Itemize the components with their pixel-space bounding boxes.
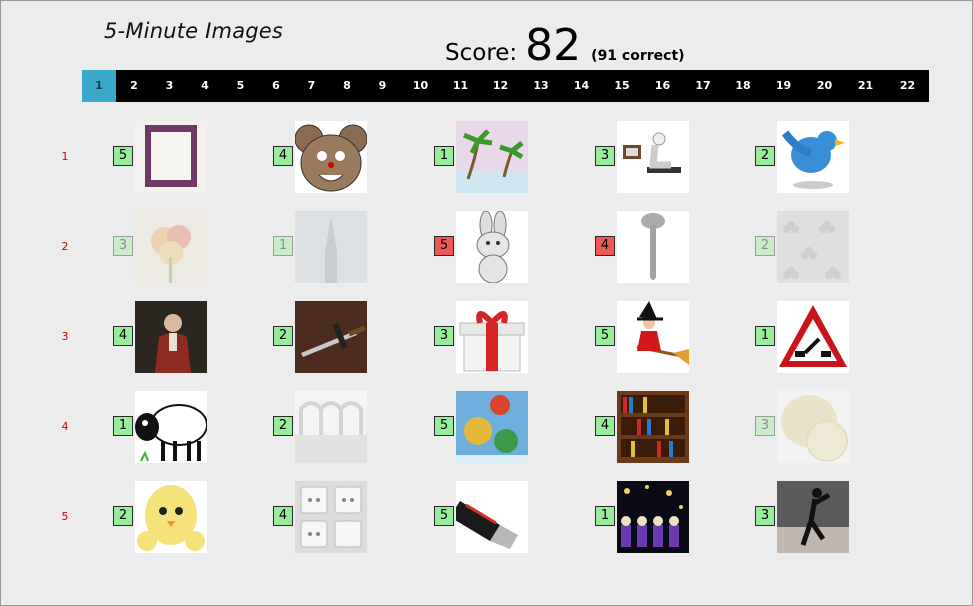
order-badge[interactable]: 5 [595,326,615,346]
flower-icon[interactable] [135,211,207,283]
usb-drive-icon[interactable] [456,481,528,553]
tab-18[interactable]: 18 [723,70,763,102]
tab-9[interactable]: 9 [365,70,400,102]
picture-frame-icon[interactable] [135,121,207,193]
order-badge[interactable]: 3 [434,326,454,346]
tab-20[interactable]: 20 [804,70,845,102]
tab-17[interactable]: 17 [683,70,723,102]
ornaments-icon[interactable] [456,391,528,463]
tab-8[interactable]: 8 [329,70,365,102]
score-display: Score: 82 (91 correct) [445,24,685,70]
chicks-cartoon-icon[interactable] [135,481,207,553]
score-label: Score: [445,40,518,66]
mouse-cartoon-icon[interactable] [295,121,367,193]
order-badge[interactable]: 4 [595,416,615,436]
tab-19[interactable]: 19 [763,70,804,102]
tab-21[interactable]: 21 [845,70,886,102]
row-label: 5 [61,510,69,523]
row-label: 1 [61,150,69,163]
twitter-bird-icon[interactable] [777,121,849,193]
portrait-painting-icon[interactable] [135,301,207,373]
page-tabs: 1 2 3 4 5 6 7 8 9 10 11 12 13 14 15 16 17 18 19 20 21 22 [82,70,929,102]
order-badge[interactable]: 1 [273,236,293,256]
night-stars-icon[interactable] [617,481,689,553]
order-badge[interactable]: 2 [273,326,293,346]
order-badge[interactable]: 3 [755,416,775,436]
tab-7[interactable]: 7 [294,70,329,102]
order-badge[interactable]: 2 [113,506,133,526]
rabbit-cartoon-icon[interactable] [456,211,528,283]
arches-icon[interactable] [295,391,367,463]
score-value: 82 [525,20,582,71]
power-outlets-icon[interactable] [295,481,367,553]
order-badge[interactable]: 5 [113,146,133,166]
order-badge[interactable]: 1 [755,326,775,346]
order-badge[interactable]: 4 [113,326,133,346]
lemon-icon[interactable] [777,391,849,463]
order-badge[interactable]: 5 [434,506,454,526]
bookshelf-icon[interactable] [617,391,689,463]
tab-15[interactable]: 15 [602,70,642,102]
tab-5[interactable]: 5 [223,70,258,102]
order-badge[interactable]: 2 [273,416,293,436]
order-badge[interactable]: 4 [273,146,293,166]
tab-13[interactable]: 13 [521,70,561,102]
row-label: 3 [61,330,69,343]
tab-12[interactable]: 12 [480,70,521,102]
church-spire-icon[interactable] [295,211,367,283]
tab-4[interactable]: 4 [187,70,223,102]
order-badge[interactable]: 1 [595,506,615,526]
row-label: 2 [61,240,69,253]
order-badge[interactable]: 1 [434,146,454,166]
tab-22[interactable]: 22 [886,70,929,102]
tv-watcher-icon[interactable] [617,121,689,193]
tab-6[interactable]: 6 [258,70,294,102]
dancer-silhouette-icon[interactable] [777,481,849,553]
spoon-icon[interactable] [617,211,689,283]
app-title: 5-Minute Images [104,19,284,43]
witch-broom-icon[interactable] [617,301,689,373]
row-label: 4 [61,420,69,433]
sheep-cartoon-icon[interactable] [135,391,207,463]
order-badge[interactable]: 3 [595,146,615,166]
tab-1[interactable]: 1 [82,70,116,102]
order-badge[interactable]: 3 [755,506,775,526]
order-badge[interactable]: 4 [595,236,615,256]
order-badge[interactable]: 1 [113,416,133,436]
order-badge[interactable]: 5 [434,416,454,436]
sword-icon[interactable] [295,301,367,373]
tab-10[interactable]: 10 [400,70,441,102]
tab-3[interactable]: 3 [152,70,187,102]
order-badge[interactable]: 2 [755,236,775,256]
gift-box-icon[interactable] [456,301,528,373]
tab-11[interactable]: 11 [441,70,480,102]
score-correct-count: (91 correct) [591,48,685,64]
order-badge[interactable]: 2 [755,146,775,166]
tab-16[interactable]: 16 [642,70,683,102]
order-badge[interactable]: 3 [113,236,133,256]
order-badge[interactable]: 4 [273,506,293,526]
palm-trees-icon[interactable] [456,121,528,193]
clubs-pattern-icon[interactable] [777,211,849,283]
tab-2[interactable]: 2 [116,70,152,102]
order-badge[interactable]: 5 [434,236,454,256]
drawbridge-sign-icon[interactable] [777,301,849,373]
tab-14[interactable]: 14 [561,70,602,102]
